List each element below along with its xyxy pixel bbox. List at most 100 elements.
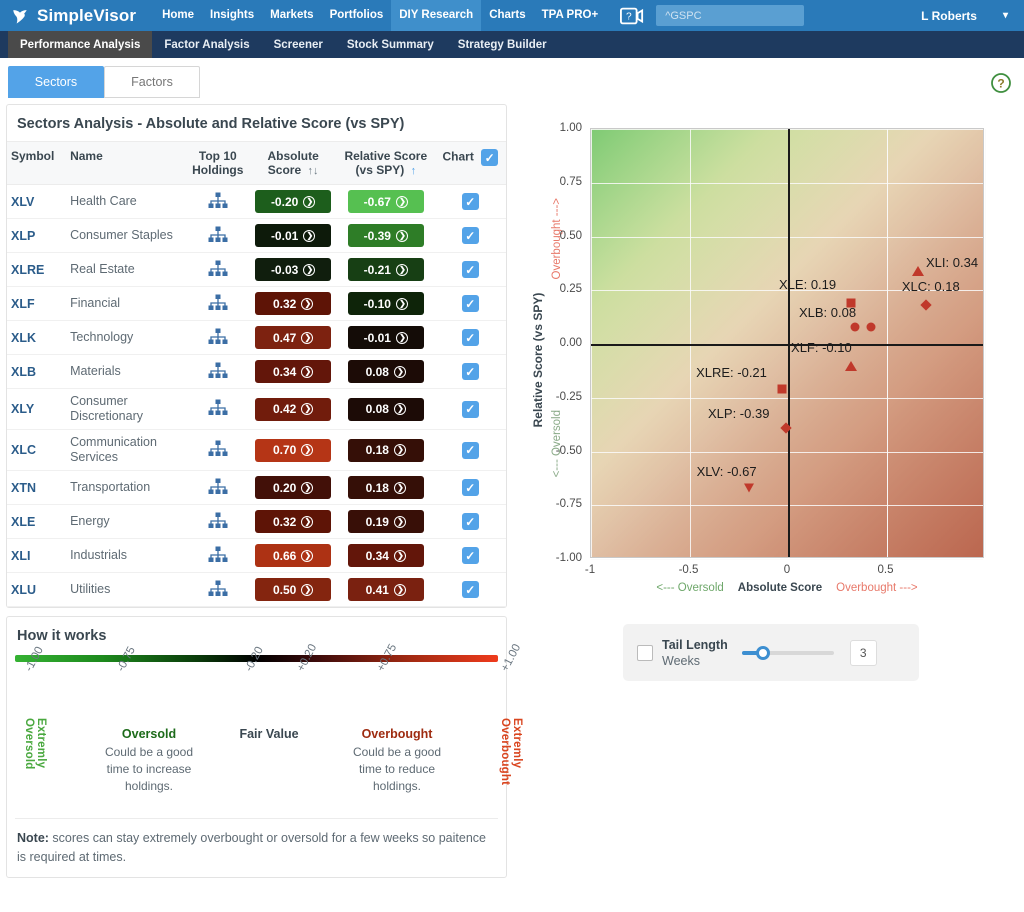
- cell-top-holdings[interactable]: [186, 286, 250, 321]
- cell-symbol[interactable]: XLE: [7, 504, 67, 539]
- chart-point-xlb[interactable]: [850, 322, 860, 332]
- tail-length-value[interactable]: 3: [849, 639, 877, 666]
- absolute-score-badge[interactable]: 0.32 ❯: [255, 510, 332, 533]
- cell-absolute-score[interactable]: 0.47 ❯: [249, 320, 337, 355]
- chart-row-checkbox[interactable]: ✓: [461, 441, 479, 459]
- sort-updown-icon[interactable]: ↑↓: [307, 165, 318, 177]
- relative-score-badge[interactable]: -0.01 ❯: [347, 326, 424, 349]
- subnav-item-factor-analysis[interactable]: Factor Analysis: [152, 31, 261, 58]
- col-absolute-score[interactable]: Absolute Score ↑↓: [249, 141, 337, 185]
- cell-chart-toggle[interactable]: ✓: [434, 320, 506, 355]
- chart-point-xlre[interactable]: [777, 384, 787, 394]
- chart-row-checkbox[interactable]: ✓: [461, 295, 479, 312]
- chart-point-xly[interactable]: [866, 322, 876, 332]
- table-row[interactable]: XTN Transportation 0.20 ❯ 0.18 ❯ ✓: [7, 470, 506, 505]
- relative-score-badge[interactable]: 0.19 ❯: [347, 510, 424, 533]
- relative-score-badge[interactable]: 0.18 ❯: [347, 438, 424, 462]
- cell-chart-toggle[interactable]: ✓: [434, 504, 506, 539]
- chart-row-checkbox[interactable]: ✓: [461, 261, 479, 278]
- cell-chart-toggle[interactable]: ✓: [434, 354, 506, 389]
- cell-symbol[interactable]: XLF: [7, 286, 67, 321]
- cell-relative-score[interactable]: -0.67 ❯: [336, 184, 435, 219]
- cell-absolute-score[interactable]: 0.20 ❯: [249, 470, 337, 505]
- cell-symbol[interactable]: XLI: [7, 538, 67, 573]
- relative-score-badge[interactable]: 0.08 ❯: [347, 397, 424, 421]
- cell-relative-score[interactable]: -0.01 ❯: [336, 320, 435, 355]
- relative-score-badge[interactable]: -0.67 ❯: [347, 190, 424, 213]
- cell-absolute-score[interactable]: -0.20 ❯: [249, 184, 337, 219]
- cell-chart-toggle[interactable]: ✓: [434, 218, 506, 253]
- cell-absolute-score[interactable]: 0.50 ❯: [249, 572, 337, 607]
- table-row[interactable]: XLI Industrials 0.66 ❯ 0.34 ❯ ✓: [7, 538, 506, 573]
- cell-relative-score[interactable]: 0.08 ❯: [336, 388, 435, 430]
- cell-absolute-score[interactable]: 0.32 ❯: [249, 286, 337, 321]
- cell-relative-score[interactable]: 0.08 ❯: [336, 354, 435, 389]
- absolute-score-badge[interactable]: 0.42 ❯: [255, 397, 332, 421]
- tab-sectors[interactable]: Sectors: [8, 66, 104, 98]
- slider-knob[interactable]: [755, 645, 770, 660]
- subnav-item-stock-summary[interactable]: Stock Summary: [335, 31, 446, 58]
- chart-row-checkbox[interactable]: ✓: [461, 193, 479, 210]
- relative-score-badge[interactable]: -0.39 ❯: [347, 224, 424, 247]
- cell-relative-score[interactable]: -0.21 ❯: [336, 252, 435, 287]
- chart-point-xli[interactable]: [912, 265, 925, 276]
- chart-point-xlf[interactable]: [845, 360, 858, 371]
- cell-symbol[interactable]: XLK: [7, 320, 67, 355]
- cell-relative-score[interactable]: -0.10 ❯: [336, 286, 435, 321]
- tail-length-checkbox[interactable]: [637, 644, 653, 661]
- cell-absolute-score[interactable]: 0.42 ❯: [249, 388, 337, 430]
- chart-row-checkbox[interactable]: ✓: [461, 329, 479, 346]
- cell-chart-toggle[interactable]: ✓: [434, 429, 506, 471]
- col-chart[interactable]: Chart ✓: [434, 141, 506, 185]
- table-row[interactable]: XLU Utilities 0.50 ❯ 0.41 ❯ ✓: [7, 572, 506, 607]
- subnav-item-performance-analysis[interactable]: Performance Analysis: [8, 31, 153, 58]
- absolute-score-badge[interactable]: 0.34 ❯: [255, 360, 332, 383]
- subnav-item-screener[interactable]: Screener: [262, 31, 335, 58]
- col-top-holdings[interactable]: Top 10 Holdings: [186, 141, 250, 185]
- cell-top-holdings[interactable]: [186, 572, 250, 607]
- cell-relative-score[interactable]: -0.39 ❯: [336, 218, 435, 253]
- table-row[interactable]: XLE Energy 0.32 ❯ 0.19 ❯ ✓: [7, 504, 506, 539]
- relative-score-badge[interactable]: -0.21 ❯: [347, 258, 424, 281]
- cell-absolute-score[interactable]: 0.70 ❯: [249, 429, 337, 471]
- cell-absolute-score[interactable]: 0.34 ❯: [249, 354, 337, 389]
- absolute-score-badge[interactable]: 0.50 ❯: [255, 578, 332, 601]
- nav-item-insights[interactable]: Insights: [202, 0, 262, 31]
- cell-chart-toggle[interactable]: ✓: [434, 252, 506, 287]
- relative-score-badge[interactable]: 0.18 ❯: [347, 476, 424, 499]
- chart-point-xlv[interactable]: [743, 483, 754, 493]
- cell-symbol[interactable]: XLP: [7, 218, 67, 253]
- relative-score-badge[interactable]: -0.10 ❯: [347, 292, 424, 315]
- chart-row-checkbox[interactable]: ✓: [461, 581, 479, 598]
- cell-relative-score[interactable]: 0.34 ❯: [336, 538, 435, 573]
- absolute-score-badge[interactable]: 0.66 ❯: [255, 544, 332, 567]
- absolute-score-badge[interactable]: -0.03 ❯: [255, 258, 332, 281]
- absolute-score-badge[interactable]: 0.32 ❯: [255, 292, 332, 315]
- cell-absolute-score[interactable]: 0.66 ❯: [249, 538, 337, 573]
- cell-symbol[interactable]: XLU: [7, 572, 67, 607]
- cell-chart-toggle[interactable]: ✓: [434, 184, 506, 219]
- cell-relative-score[interactable]: 0.18 ❯: [336, 470, 435, 505]
- nav-item-tpa-pro[interactable]: TPA PRO+: [534, 0, 607, 31]
- cell-top-holdings[interactable]: [186, 388, 250, 430]
- absolute-score-badge[interactable]: -0.20 ❯: [255, 190, 332, 213]
- absolute-score-badge[interactable]: -0.01 ❯: [255, 224, 332, 247]
- chart-select-all-checkbox[interactable]: ✓: [481, 149, 499, 166]
- cell-chart-toggle[interactable]: ✓: [434, 388, 506, 430]
- tail-length-slider[interactable]: [741, 645, 834, 661]
- help-button[interactable]: ?: [990, 72, 1012, 99]
- table-row[interactable]: XLF Financial 0.32 ❯ -0.10 ❯ ✓: [7, 286, 506, 321]
- cell-top-holdings[interactable]: [186, 429, 250, 471]
- relative-score-badge[interactable]: 0.08 ❯: [347, 360, 424, 383]
- cell-relative-score[interactable]: 0.19 ❯: [336, 504, 435, 539]
- cell-top-holdings[interactable]: [186, 320, 250, 355]
- chart-row-checkbox[interactable]: ✓: [461, 363, 479, 380]
- absolute-score-badge[interactable]: 0.20 ❯: [255, 476, 332, 499]
- nav-item-home[interactable]: Home: [154, 0, 202, 31]
- cell-symbol[interactable]: XTN: [7, 470, 67, 505]
- relative-score-badge[interactable]: 0.41 ❯: [347, 578, 424, 601]
- cell-chart-toggle[interactable]: ✓: [434, 572, 506, 607]
- symbol-search-input[interactable]: ^GSPC: [656, 5, 805, 26]
- table-row[interactable]: XLY Consumer Discretionary 0.42 ❯ 0.08 ❯ ✓: [7, 388, 506, 430]
- cell-relative-score[interactable]: 0.41 ❯: [336, 572, 435, 607]
